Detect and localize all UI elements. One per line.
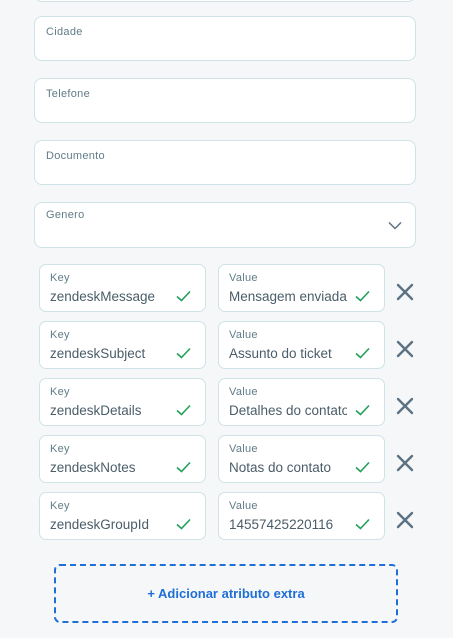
- remove-attribute-icon[interactable]: [396, 511, 414, 529]
- value-label: Value: [229, 329, 258, 341]
- telefone-label: Telefone: [46, 88, 90, 100]
- remove-attribute-icon[interactable]: [396, 340, 414, 358]
- attribute-value-text: Assunto do ticket: [229, 346, 332, 361]
- previous-field-edge: [34, 0, 416, 2]
- remove-attribute-icon[interactable]: [396, 283, 414, 301]
- attribute-key-field[interactable]: Key zendeskGroupId: [39, 492, 206, 540]
- attribute-value-field[interactable]: Value Assunto do ticket: [218, 321, 385, 369]
- attribute-key-field[interactable]: Key zendeskDetails: [39, 378, 206, 426]
- attribute-value-text: Notas do contato: [229, 460, 332, 475]
- key-label: Key: [50, 443, 70, 455]
- key-label: Key: [50, 386, 70, 398]
- key-label: Key: [50, 500, 70, 512]
- value-label: Value: [229, 386, 258, 398]
- check-icon: [176, 290, 191, 302]
- attribute-value-text: Detalhes do contato: [229, 403, 347, 418]
- attribute-key-value: zendeskDetails: [50, 403, 142, 418]
- attribute-key-field[interactable]: Key zendeskNotes: [39, 435, 206, 483]
- attribute-value-field[interactable]: Value Notas do contato: [218, 435, 385, 483]
- check-icon: [355, 290, 370, 302]
- documento-label: Documento: [46, 150, 105, 162]
- telefone-field[interactable]: Telefone: [34, 78, 416, 123]
- attribute-key-value: zendeskSubject: [50, 346, 146, 361]
- key-label: Key: [50, 272, 70, 284]
- documento-field[interactable]: Documento: [34, 140, 416, 185]
- attribute-value-text: Mensagem enviada: [229, 289, 347, 304]
- attribute-value-field[interactable]: Value Detalhes do contato: [218, 378, 385, 426]
- key-label: Key: [50, 329, 70, 341]
- check-icon: [176, 404, 191, 416]
- genero-select[interactable]: Genero: [34, 202, 416, 248]
- attribute-key-field[interactable]: Key zendeskMessage: [39, 264, 206, 312]
- check-icon: [176, 461, 191, 473]
- attribute-key-value: zendeskGroupId: [50, 517, 150, 532]
- cidade-label: Cidade: [46, 26, 83, 38]
- value-label: Value: [229, 272, 258, 284]
- attribute-key-value: zendeskNotes: [50, 460, 136, 475]
- attribute-value-field[interactable]: Value 14557425220116: [218, 492, 385, 540]
- check-icon: [176, 347, 191, 359]
- value-label: Value: [229, 500, 258, 512]
- check-icon: [355, 518, 370, 530]
- add-extra-attribute-button[interactable]: + Adicionar atributo extra: [54, 564, 398, 623]
- attribute-value-text: 14557425220116: [229, 517, 334, 532]
- value-label: Value: [229, 443, 258, 455]
- remove-attribute-icon[interactable]: [396, 397, 414, 415]
- chevron-down-icon: [388, 221, 402, 230]
- check-icon: [355, 404, 370, 416]
- genero-label: Genero: [46, 209, 85, 221]
- cidade-field[interactable]: Cidade: [34, 16, 416, 61]
- remove-attribute-icon[interactable]: [396, 454, 414, 472]
- add-extra-attribute-label: + Adicionar atributo extra: [147, 586, 305, 601]
- attribute-value-field[interactable]: Value Mensagem enviada: [218, 264, 385, 312]
- check-icon: [355, 461, 370, 473]
- check-icon: [176, 518, 191, 530]
- check-icon: [355, 347, 370, 359]
- attribute-key-value: zendeskMessage: [50, 289, 156, 304]
- attribute-key-field[interactable]: Key zendeskSubject: [39, 321, 206, 369]
